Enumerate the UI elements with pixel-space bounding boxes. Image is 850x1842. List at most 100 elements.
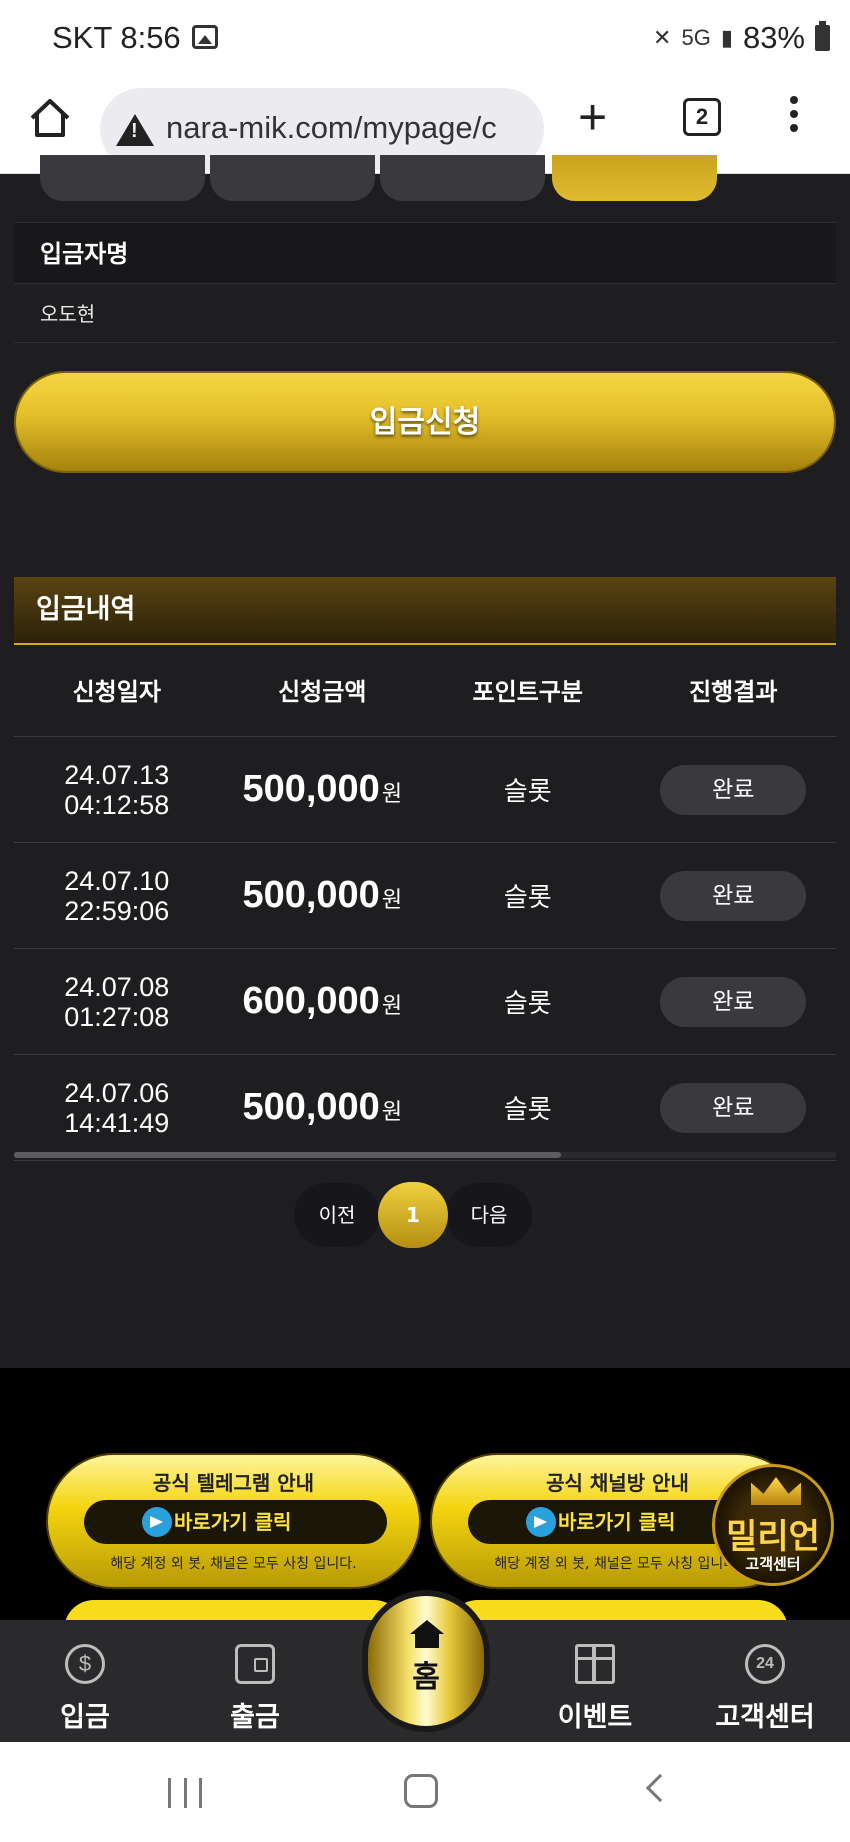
column-header-point-type: 포인트구분 (472, 678, 583, 706)
request-amount: 600,000원 (220, 980, 426, 1023)
nav-support[interactable]: 24 고객센터 (680, 1620, 850, 1742)
battery-icon (815, 21, 830, 51)
prev-page-button[interactable]: 이전 (294, 1183, 380, 1247)
next-page-button[interactable]: 다음 (446, 1183, 532, 1247)
wallet-icon (235, 1644, 275, 1684)
network-type: 5G (681, 25, 711, 50)
support-center-badge[interactable]: 밀리언 고객센터 (712, 1464, 834, 1586)
coin-icon: $ (65, 1644, 105, 1684)
request-amount: 500,000원 (220, 768, 426, 811)
browser-home-icon[interactable] (28, 96, 72, 140)
nav-event[interactable]: 이벤트 (510, 1620, 680, 1742)
column-header-status: 진행결과 (689, 678, 778, 706)
point-type: 슬롯 (503, 989, 552, 1019)
request-time: 04:12:58 (64, 789, 170, 820)
column-header-amount: 신청금액 (278, 678, 367, 706)
depositor-label: 입금자명 (14, 222, 836, 284)
status-cell: 완료 (631, 976, 837, 1027)
amount-unit: 원 (381, 887, 403, 912)
status-cell: 완료 (631, 870, 837, 921)
24h-support-icon: 24 (745, 1644, 785, 1684)
badge-brand-text: 밀리언 (726, 1517, 820, 1557)
status-badge: 완료 (660, 976, 807, 1027)
crown-icon (751, 1477, 801, 1505)
scrollbar-thumb[interactable] (14, 1152, 561, 1158)
promo-link-label: 바로가기 클릭 (558, 1510, 676, 1534)
back-icon[interactable] (645, 1773, 675, 1803)
browser-menu-icon[interactable] (790, 96, 800, 136)
request-date: 24.07.10 (64, 865, 170, 896)
amount-value: 500,000 (242, 874, 380, 916)
gallery-notification-icon (192, 25, 218, 49)
recent-apps-icon[interactable] (168, 1778, 202, 1808)
column-header-date: 신청일자 (72, 678, 161, 706)
point-type: 슬롯 (503, 1095, 552, 1125)
request-date: 24.07.13 (64, 759, 170, 790)
request-amount: 500,000원 (220, 1086, 426, 1129)
request-amount: 500,000원 (220, 874, 426, 917)
status-badge: 완료 (660, 870, 807, 921)
amount-value: 500,000 (242, 768, 380, 810)
nav-label: 출금 (230, 1702, 280, 1733)
request-time: 22:59:06 (64, 895, 170, 926)
status-cell: 완료 (631, 1082, 837, 1133)
amount-unit: 원 (381, 1099, 403, 1124)
house-icon (410, 1620, 444, 1648)
status-badge: 완료 (660, 1082, 807, 1133)
deposit-history-title: 입금내역 (14, 577, 836, 645)
amount-button[interactable] (210, 155, 375, 201)
promo-link-button[interactable]: 바로가기 클릭 (84, 1500, 387, 1544)
page-1-button[interactable]: 1 (378, 1182, 448, 1248)
table-row: 24.07.10 22:59:06 500,000원 슬롯 완료 (14, 843, 836, 949)
gift-icon (575, 1644, 615, 1684)
nav-withdraw[interactable]: 출금 (170, 1620, 340, 1742)
amount-value: 500,000 (242, 1086, 380, 1128)
request-time: 01:27:08 (64, 1001, 170, 1032)
url-text[interactable]: nara-mik.com/mypage/c (166, 110, 536, 146)
amount-button[interactable] (40, 155, 205, 201)
telegram-promo-banner[interactable]: 공식 텔레그램 안내 바로가기 클릭 해당 계정 외 봇, 채널은 모두 사칭 … (46, 1453, 421, 1589)
not-secure-warning-icon[interactable] (116, 114, 154, 146)
table-horizontal-scrollbar[interactable] (14, 1152, 836, 1158)
nav-label: 고객센터 (715, 1702, 815, 1733)
status-bar: SKT 8:56 ✕ 5G ▮ 83% (0, 0, 850, 74)
request-datetime: 24.07.08 01:27:08 (14, 972, 220, 1032)
nav-deposit[interactable]: $ 입금 (0, 1620, 170, 1742)
amount-buttons-row (0, 155, 850, 201)
status-cell: 완료 (631, 764, 837, 815)
nav-home-button[interactable]: 홈 (362, 1590, 490, 1732)
point-type: 슬롯 (503, 777, 552, 807)
nav-label: 홈 (412, 1660, 440, 1695)
promo-link-label: 바로가기 클릭 (174, 1510, 292, 1534)
battery-percent: 83% (742, 20, 805, 55)
table-row: 24.07.08 01:27:08 600,000원 슬롯 완료 (14, 949, 836, 1055)
telegram-icon (526, 1507, 556, 1537)
request-date: 24.07.08 (64, 971, 170, 1002)
amount-unit: 원 (381, 781, 403, 806)
amount-button[interactable] (380, 155, 545, 201)
promo-title: 공식 텔레그램 안내 (152, 1471, 315, 1495)
request-datetime: 24.07.13 04:12:58 (14, 760, 220, 820)
status-badge: 완료 (660, 764, 807, 815)
nav-label: 입금 (60, 1702, 110, 1733)
request-date: 24.07.06 (64, 1077, 170, 1108)
promo-note: 해당 계정 외 봇, 채널은 모두 사칭 입니다. (110, 1556, 357, 1572)
request-datetime: 24.07.10 22:59:06 (14, 866, 220, 926)
request-datetime: 24.07.06 14:41:49 (14, 1078, 220, 1138)
mypage-content: 입금자명 오도현 입금신청 입금내역 신청일자 신청금액 포인트구분 진행결과 … (0, 155, 850, 1370)
system-home-icon[interactable] (404, 1774, 438, 1808)
tab-switcher-button[interactable]: 2 (683, 98, 721, 136)
amount-unit: 원 (381, 993, 403, 1018)
carrier-time: SKT 8:56 (52, 20, 181, 55)
telegram-icon (142, 1507, 172, 1537)
deposit-request-button[interactable]: 입금신청 (14, 371, 836, 473)
amount-value: 600,000 (242, 980, 380, 1022)
signal-icon: ▮ (720, 25, 733, 50)
table-row: 24.07.06 14:41:49 500,000원 슬롯 완료 (14, 1055, 836, 1161)
nav-label: 이벤트 (557, 1702, 633, 1733)
new-tab-icon[interactable]: + (578, 88, 607, 146)
pagination: 이전 1 다음 (294, 1182, 532, 1248)
amount-button-selected[interactable] (552, 155, 717, 201)
table-row: 24.07.13 04:12:58 500,000원 슬롯 완료 (14, 737, 836, 843)
mute-icon: ✕ (653, 25, 672, 50)
